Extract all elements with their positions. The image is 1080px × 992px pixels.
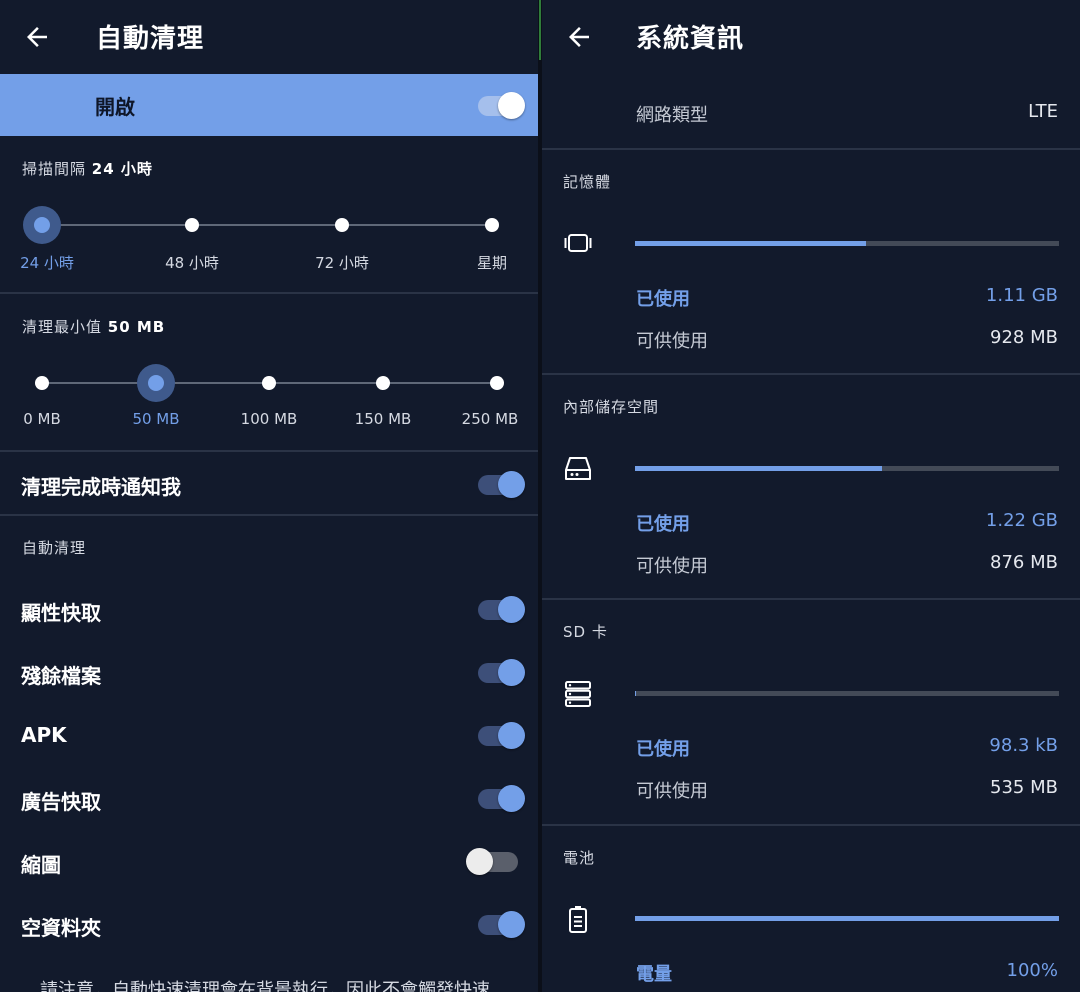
section-title: 內部儲存空間 bbox=[563, 398, 660, 416]
battery-level-value: 100% bbox=[1006, 960, 1058, 981]
master-toggle-row[interactable]: 開啟 bbox=[0, 74, 538, 136]
min-clean-option: 0 MB bbox=[23, 410, 61, 428]
divider bbox=[542, 598, 1080, 600]
network-type-label: 網路類型 bbox=[636, 105, 708, 126]
min-clean-option: 100 MB bbox=[240, 410, 298, 428]
min-clean-option: 250 MB bbox=[461, 410, 519, 428]
scan-interval-option: 48 小時 bbox=[165, 254, 219, 272]
item-label: 顯性快取 bbox=[21, 601, 101, 625]
min-clean-stop-4[interactable] bbox=[490, 376, 504, 390]
scan-interval-option: 72 小時 bbox=[315, 254, 369, 272]
sd-card-icon bbox=[565, 681, 591, 707]
available-label: 可供使用 bbox=[636, 331, 708, 352]
item-toggle[interactable] bbox=[478, 721, 525, 749]
auto-clean-panel: 自動清理 開啟 掃描間隔 24 小時 24 小時 48 小時 72 小時 星期 … bbox=[0, 0, 538, 992]
item-label: 空資料夾 bbox=[21, 916, 101, 940]
used-value: 1.22 GB bbox=[985, 510, 1058, 531]
min-clean-prefix: 清理最小值 bbox=[22, 318, 108, 336]
memory-usage-bar bbox=[635, 241, 1059, 246]
divider bbox=[542, 373, 1080, 375]
internal-storage-usage-bar bbox=[635, 466, 1059, 471]
sd-card-usage-bar bbox=[635, 691, 1059, 696]
min-clean-stop-2[interactable] bbox=[262, 376, 276, 390]
section-title: 電池 bbox=[563, 849, 596, 867]
item-label: 殘餘檔案 bbox=[21, 664, 101, 688]
scan-interval-option: 星期 bbox=[476, 254, 508, 272]
battery-icon bbox=[569, 906, 587, 933]
item-toggle[interactable] bbox=[478, 595, 525, 623]
scan-interval-stop-1[interactable] bbox=[185, 218, 199, 232]
notify-label: 清理完成時通知我 bbox=[21, 475, 181, 499]
background-clean-note: 請注意，自動快速清理會在背景執行，因此不會觸發快速 bbox=[40, 980, 490, 992]
section-title: 記憶體 bbox=[563, 173, 612, 191]
scan-interval-stop-3[interactable] bbox=[485, 218, 499, 232]
storage-icon bbox=[565, 457, 591, 480]
list-item[interactable]: 縮圖 bbox=[0, 830, 538, 892]
divider bbox=[542, 148, 1080, 150]
min-clean-stop-0[interactable] bbox=[35, 376, 49, 390]
list-item[interactable]: 顯性快取 bbox=[0, 578, 538, 640]
scan-interval-option: 24 小時 bbox=[20, 254, 74, 272]
used-label: 已使用 bbox=[636, 739, 690, 760]
scan-interval-track bbox=[42, 224, 492, 226]
list-item[interactable]: 廣告快取 bbox=[0, 767, 538, 829]
scan-interval-prefix: 掃描間隔 bbox=[22, 160, 92, 178]
divider bbox=[0, 514, 538, 516]
available-value: 928 MB bbox=[990, 327, 1058, 348]
min-clean-value: 50 MB bbox=[107, 318, 166, 336]
battery-level-label: 電量 bbox=[636, 964, 672, 985]
back-arrow-icon[interactable] bbox=[564, 22, 594, 52]
used-value: 1.11 GB bbox=[985, 285, 1058, 306]
scan-interval-stop-0[interactable] bbox=[34, 217, 50, 233]
item-label: 縮圖 bbox=[21, 853, 61, 877]
item-label: APK bbox=[21, 723, 67, 747]
section-title: SD 卡 bbox=[563, 623, 608, 641]
available-value: 876 MB bbox=[990, 552, 1058, 573]
page-title: 自動清理 bbox=[96, 24, 205, 54]
used-label: 已使用 bbox=[636, 514, 690, 535]
scan-interval-value: 24 小時 bbox=[91, 160, 153, 178]
app-bar: 系統資訊 bbox=[542, 0, 1080, 74]
scan-interval-stop-2[interactable] bbox=[335, 218, 349, 232]
master-toggle-label: 開啟 bbox=[95, 95, 135, 119]
network-type-value: LTE bbox=[1028, 101, 1058, 122]
used-label: 已使用 bbox=[636, 289, 690, 310]
min-clean-label: 清理最小值 50 MB bbox=[22, 316, 165, 337]
item-label: 廣告快取 bbox=[21, 790, 101, 814]
auto-clean-header: 自動清理 bbox=[22, 539, 87, 557]
item-toggle[interactable] bbox=[478, 658, 525, 686]
notify-toggle[interactable] bbox=[478, 470, 525, 498]
available-value: 535 MB bbox=[990, 777, 1058, 798]
min-clean-option: 50 MB bbox=[132, 410, 180, 428]
item-toggle[interactable] bbox=[478, 910, 525, 938]
app-bar: 自動清理 bbox=[0, 0, 538, 74]
back-arrow-icon[interactable] bbox=[22, 22, 52, 52]
min-clean-option: 150 MB bbox=[354, 410, 412, 428]
min-clean-stop-1[interactable] bbox=[148, 375, 164, 391]
list-item[interactable]: 空資料夾 bbox=[0, 893, 538, 955]
page-title: 系統資訊 bbox=[636, 24, 745, 54]
available-label: 可供使用 bbox=[636, 781, 708, 802]
system-info-panel: 系統資訊 網路類型 LTE 記憶體 已使用 1.11 GB 可供使用 928 M… bbox=[542, 0, 1080, 992]
list-item[interactable]: 殘餘檔案 bbox=[0, 641, 538, 703]
item-toggle[interactable] bbox=[466, 847, 518, 875]
list-item[interactable]: APK bbox=[0, 704, 538, 766]
scan-interval-label: 掃描間隔 24 小時 bbox=[22, 158, 153, 179]
divider bbox=[542, 824, 1080, 826]
master-toggle[interactable] bbox=[478, 91, 525, 119]
used-value: 98.3 kB bbox=[989, 735, 1058, 756]
battery-level-bar bbox=[635, 916, 1059, 921]
memory-icon bbox=[564, 234, 592, 252]
divider bbox=[0, 292, 538, 294]
item-toggle[interactable] bbox=[478, 784, 525, 812]
min-clean-stop-3[interactable] bbox=[376, 376, 390, 390]
notify-row[interactable]: 清理完成時通知我 bbox=[0, 452, 538, 514]
available-label: 可供使用 bbox=[636, 556, 708, 577]
